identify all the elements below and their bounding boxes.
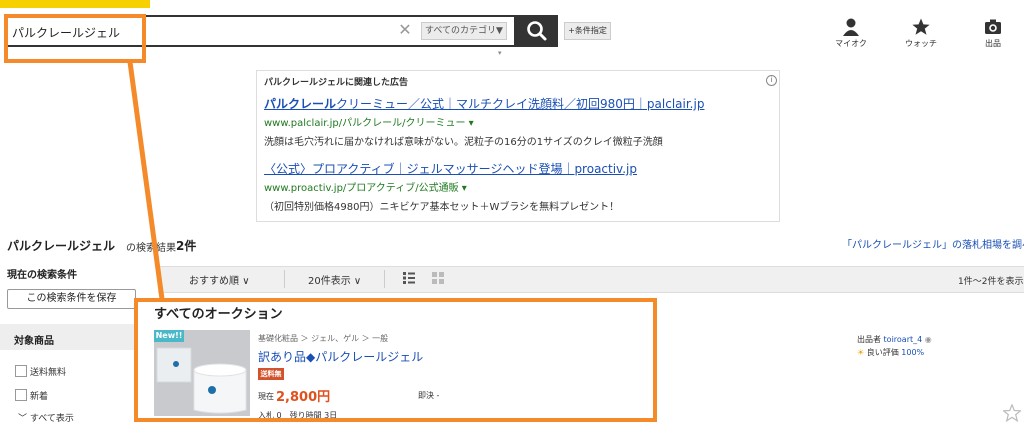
- highlight-connector: [127, 61, 165, 300]
